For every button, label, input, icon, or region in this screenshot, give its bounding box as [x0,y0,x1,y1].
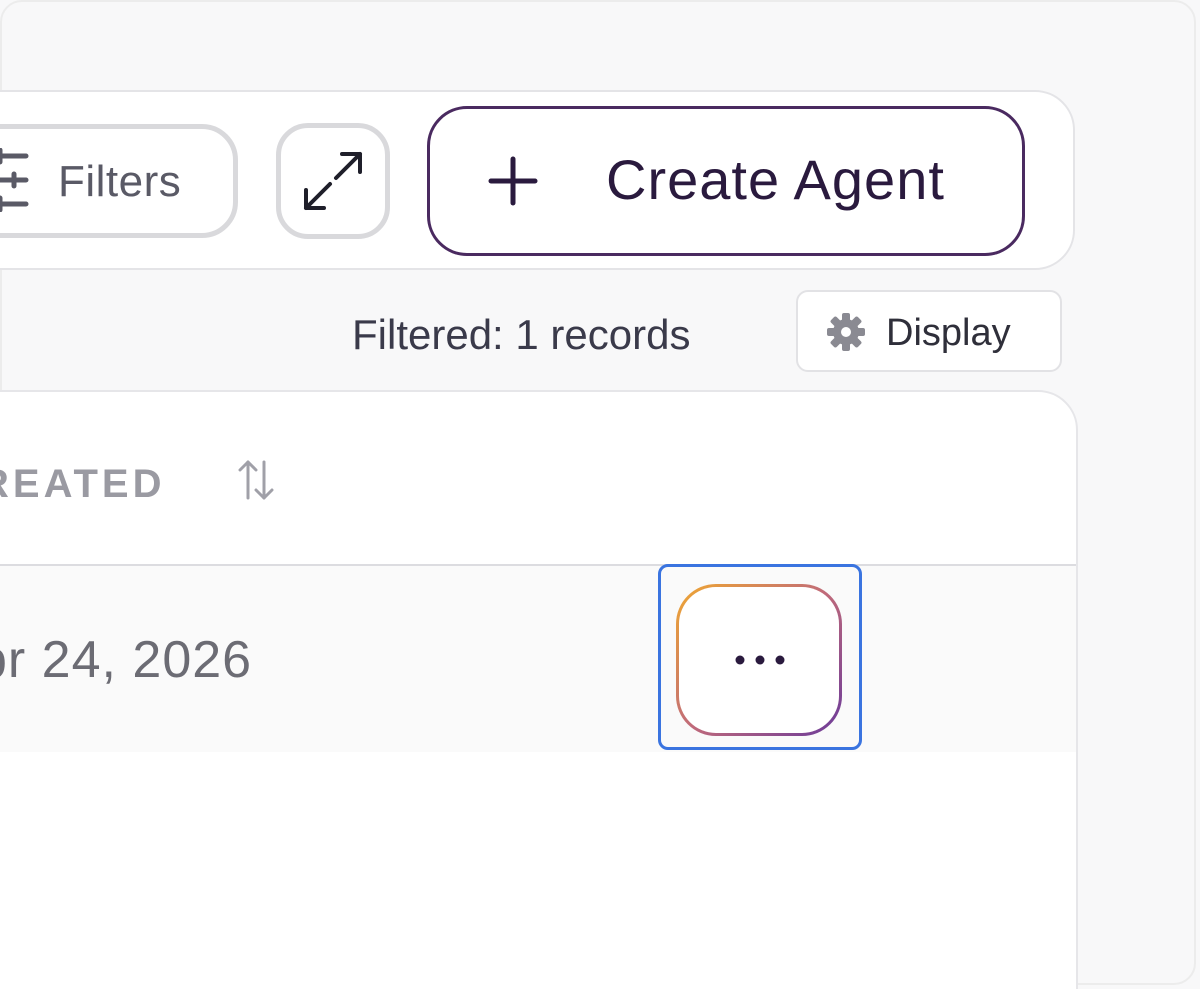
column-header-created[interactable]: REATED [0,462,165,506]
gear-icon [827,313,865,351]
expand-arrows-icon [304,152,362,210]
filtered-count-text: Filtered: 1 records [352,311,691,358]
create-agent-label: Create Agent [606,148,945,211]
created-date-cell: pr 24, 2026 [0,631,253,689]
app-viewport: Filters Create Agent Filtered: 1 records… [0,0,1200,989]
sort-arrows-icon[interactable] [236,458,276,502]
plus-icon [488,156,538,206]
more-dots-icon [735,655,785,665]
display-label: Display [886,312,1011,354]
filter-sliders-icon [0,148,29,212]
filters-label: Filters [58,157,182,206]
